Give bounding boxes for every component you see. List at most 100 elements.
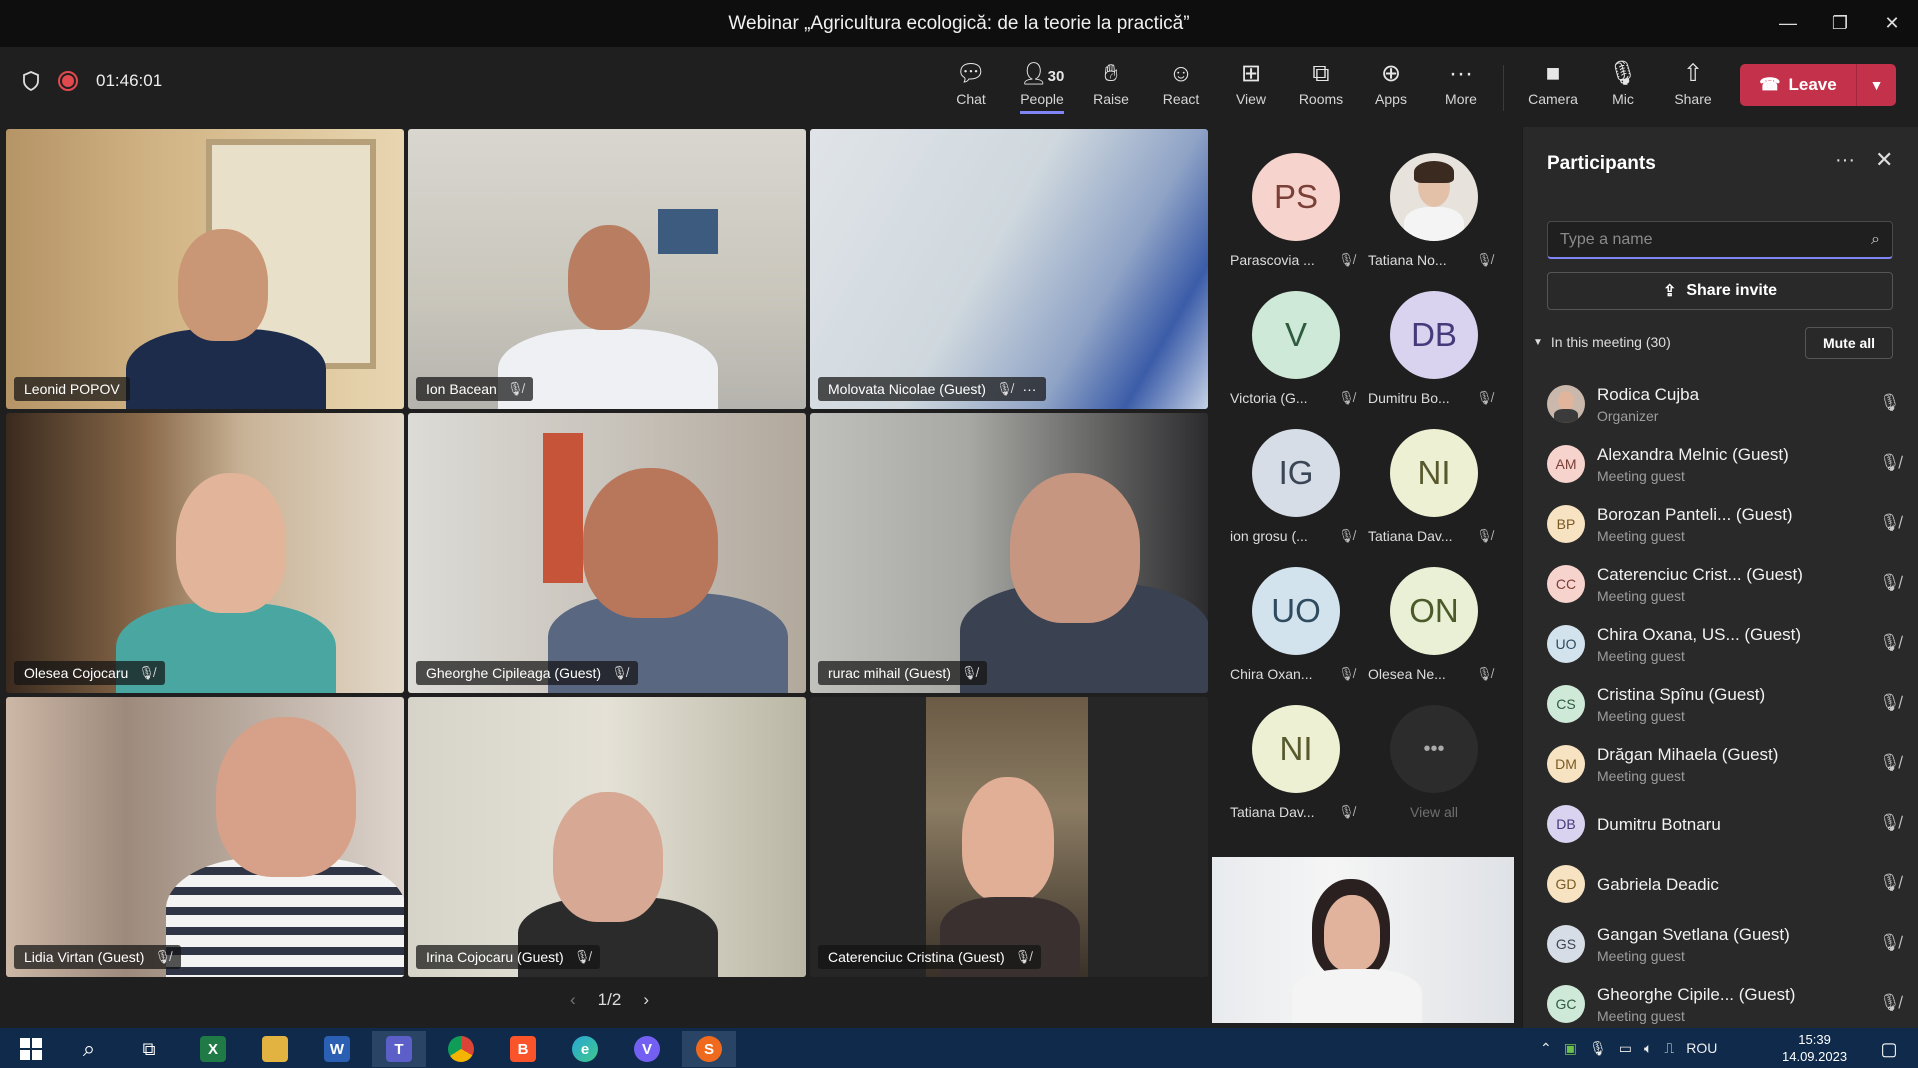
participant-row[interactable]: GC Gheorghe Cipile... (Guest) Meeting gu… bbox=[1523, 975, 1918, 1035]
view-all-tile[interactable]: ••• View all bbox=[1368, 705, 1498, 837]
skype-taskbar-icon[interactable]: S bbox=[682, 1031, 736, 1067]
participant-name: Rodica Cujba bbox=[1597, 385, 1700, 404]
microphone-icon[interactable]: 🎙︎ bbox=[1879, 393, 1901, 413]
taskbar-clock[interactable]: 15:39 14.09.2023 bbox=[1782, 1031, 1847, 1065]
mic-off-icon[interactable]: 🎙︎̸ bbox=[1879, 933, 1901, 953]
file-explorer-taskbar-icon[interactable] bbox=[248, 1031, 302, 1067]
notifications-button[interactable]: ▢ bbox=[1862, 1031, 1916, 1067]
avatar-tile[interactable]: DB Dumitru Bo... 🎙︎̸ bbox=[1368, 291, 1498, 423]
avatar-tile[interactable]: V Victoria (G... 🎙︎̸ bbox=[1230, 291, 1360, 423]
mic-off-icon[interactable]: 🎙︎̸ bbox=[1879, 993, 1901, 1013]
participant-role: Meeting guest bbox=[1597, 468, 1685, 484]
chrome-taskbar-icon[interactable] bbox=[434, 1031, 488, 1067]
video-tile[interactable]: Ion Bacean 🎙︎̸ bbox=[408, 129, 806, 409]
close-window-button[interactable]: ✕ bbox=[1866, 0, 1918, 47]
brave-taskbar-icon[interactable]: B bbox=[496, 1031, 550, 1067]
participant-role: Organizer bbox=[1597, 408, 1659, 424]
start-button[interactable] bbox=[4, 1031, 58, 1067]
volume-icon[interactable]: 🔈︎ bbox=[1644, 1040, 1652, 1057]
avatar-tile[interactable]: NI Tatiana Dav... 🎙︎̸ bbox=[1230, 705, 1360, 837]
leave-button[interactable]: ☎ Leave ▼ bbox=[1740, 64, 1896, 106]
search-taskbar-button[interactable]: ⌕ bbox=[62, 1031, 116, 1067]
panel-title: Participants bbox=[1547, 153, 1656, 174]
chevron-down-icon[interactable]: ▼ bbox=[1856, 64, 1896, 106]
avatar-tile[interactable]: NI Tatiana Dav... 🎙︎̸ bbox=[1368, 429, 1498, 561]
share-button[interactable]: ⇧ Share bbox=[1661, 59, 1725, 119]
previous-page-button[interactable]: ‹ bbox=[570, 990, 576, 1010]
mic-off-icon[interactable]: 🎙︎̸ bbox=[1879, 453, 1901, 473]
raise-hand-button[interactable]: ✋︎ Raise bbox=[1079, 59, 1143, 119]
apps-label: Apps bbox=[1375, 91, 1407, 107]
avatar-tile[interactable]: UO Chira Oxan... 🎙︎̸ bbox=[1230, 567, 1360, 699]
video-tile[interactable]: Leonid POPOV bbox=[6, 129, 404, 409]
participant-row[interactable]: AM Alexandra Melnic (Guest) Meeting gues… bbox=[1523, 435, 1918, 495]
share-invite-button[interactable]: ⇪ Share invite bbox=[1547, 272, 1893, 310]
tile-more-icon[interactable]: ··· bbox=[1022, 381, 1036, 397]
participant-row[interactable]: DM Drăgan Mihaela (Guest) Meeting guest … bbox=[1523, 735, 1918, 795]
participant-row[interactable]: Rodica Cujba Organizer 🎙︎ bbox=[1523, 375, 1918, 435]
video-tile[interactable]: Olesea Cojocaru 🎙︎̸ bbox=[6, 413, 404, 693]
teams-taskbar-icon[interactable]: T bbox=[372, 1031, 426, 1067]
mic-off-icon[interactable]: 🎙︎̸ bbox=[1879, 513, 1901, 533]
participant-row[interactable]: UO Chira Oxana, US... (Guest) Meeting gu… bbox=[1523, 615, 1918, 675]
apps-button[interactable]: ⊕ Apps bbox=[1359, 59, 1423, 119]
view-button[interactable]: ⊞ View bbox=[1219, 59, 1283, 119]
edge-taskbar-icon[interactable]: e bbox=[558, 1031, 612, 1067]
mic-off-icon[interactable]: 🎙︎̸ bbox=[1879, 693, 1901, 713]
video-tile[interactable]: Molovata Nicolae (Guest) 🎙︎̸ ··· bbox=[810, 129, 1208, 409]
participant-row[interactable]: DB Dumitru Botnaru 🎙︎̸ bbox=[1523, 795, 1918, 855]
view-all-label[interactable]: View all bbox=[1390, 804, 1478, 820]
avatar-tile[interactable]: Tatiana No... 🎙︎̸ bbox=[1368, 153, 1498, 285]
participant-search[interactable]: ⌕ bbox=[1547, 221, 1893, 259]
react-label: React bbox=[1162, 91, 1200, 107]
mic-off-icon[interactable]: 🎙︎̸ bbox=[1879, 873, 1901, 893]
app-tray-icon[interactable]: ▣ bbox=[1564, 1040, 1577, 1057]
mic-off-icon[interactable]: 🎙︎̸ bbox=[1879, 753, 1901, 773]
avatar-tile[interactable]: PS Parascovia ... 🎙︎̸ bbox=[1230, 153, 1360, 285]
battery-icon[interactable]: ▭ bbox=[1619, 1040, 1632, 1057]
excel-taskbar-icon[interactable]: X bbox=[186, 1031, 240, 1067]
ellipsis-icon: ••• bbox=[1390, 705, 1478, 793]
avatar-tile[interactable]: ON Olesea Ne... 🎙︎̸ bbox=[1368, 567, 1498, 699]
camera-button[interactable]: ■ Camera bbox=[1521, 59, 1585, 119]
people-button[interactable]: 👤︎30 People bbox=[1009, 59, 1075, 119]
language-indicator[interactable]: ROU bbox=[1686, 1040, 1717, 1056]
rooms-button[interactable]: ⧉ Rooms bbox=[1289, 59, 1353, 119]
word-taskbar-icon[interactable]: W bbox=[310, 1031, 364, 1067]
panel-more-icon[interactable]: ··· bbox=[1835, 149, 1855, 172]
participant-row[interactable]: BP Borozan Panteli... (Guest) Meeting gu… bbox=[1523, 495, 1918, 555]
avatar-name: Dumitru Bo... bbox=[1368, 390, 1450, 406]
avatar-tile[interactable]: IG ion grosu (... 🎙︎̸ bbox=[1230, 429, 1360, 561]
microphone-tray-icon[interactable]: 🎙︎ bbox=[1589, 1040, 1607, 1057]
participant-name: Drăgan Mihaela (Guest) bbox=[1597, 745, 1779, 764]
self-video-preview[interactable] bbox=[1212, 857, 1514, 1023]
participant-row[interactable]: GS Gangan Svetlana (Guest) Meeting guest… bbox=[1523, 915, 1918, 975]
mic-off-icon[interactable]: 🎙︎̸ bbox=[1879, 813, 1901, 833]
mic-off-icon[interactable]: 🎙︎̸ bbox=[1879, 573, 1901, 593]
chat-button[interactable]: 💬︎ Chat bbox=[939, 59, 1003, 119]
participant-row[interactable]: CS Cristina Spînu (Guest) Meeting guest … bbox=[1523, 675, 1918, 735]
mute-all-button[interactable]: Mute all bbox=[1805, 327, 1893, 359]
video-tile[interactable]: Gheorghe Cipileaga (Guest) 🎙︎̸ bbox=[408, 413, 806, 693]
in-meeting-section-toggle[interactable]: ▼ In this meeting (30) bbox=[1533, 334, 1671, 350]
video-tile[interactable]: Caterenciuc Cristina (Guest) 🎙︎̸ bbox=[810, 697, 1208, 977]
video-tile[interactable]: Lidia Virtan (Guest) 🎙︎̸ bbox=[6, 697, 404, 977]
participant-row[interactable]: CC Caterenciuc Crist... (Guest) Meeting … bbox=[1523, 555, 1918, 615]
minimize-button[interactable]: — bbox=[1762, 0, 1814, 47]
participant-row[interactable]: GD Gabriela Deadic 🎙︎̸ bbox=[1523, 855, 1918, 915]
mic-button[interactable]: 🎙︎ Mic bbox=[1591, 59, 1655, 119]
video-tile[interactable]: rurac mihail (Guest) 🎙︎̸ bbox=[810, 413, 1208, 693]
next-page-button[interactable]: › bbox=[643, 990, 649, 1010]
restore-button[interactable]: ❐ bbox=[1814, 0, 1866, 47]
more-button[interactable]: ··· More bbox=[1429, 59, 1493, 119]
viber-taskbar-icon[interactable]: V bbox=[620, 1031, 674, 1067]
chevron-up-icon[interactable]: ⌃ bbox=[1540, 1040, 1552, 1057]
network-icon[interactable]: ⎍ bbox=[1664, 1040, 1674, 1057]
leave-main[interactable]: ☎ Leave bbox=[1740, 75, 1856, 95]
react-button[interactable]: ☺ React bbox=[1149, 59, 1213, 119]
video-tile[interactable]: Irina Cojocaru (Guest) 🎙︎̸ bbox=[408, 697, 806, 977]
mic-off-icon[interactable]: 🎙︎̸ bbox=[1879, 633, 1901, 653]
search-input[interactable] bbox=[1560, 230, 1872, 249]
panel-close-icon[interactable]: ✕ bbox=[1875, 147, 1893, 173]
task-view-button[interactable]: ⧉ bbox=[122, 1031, 176, 1067]
